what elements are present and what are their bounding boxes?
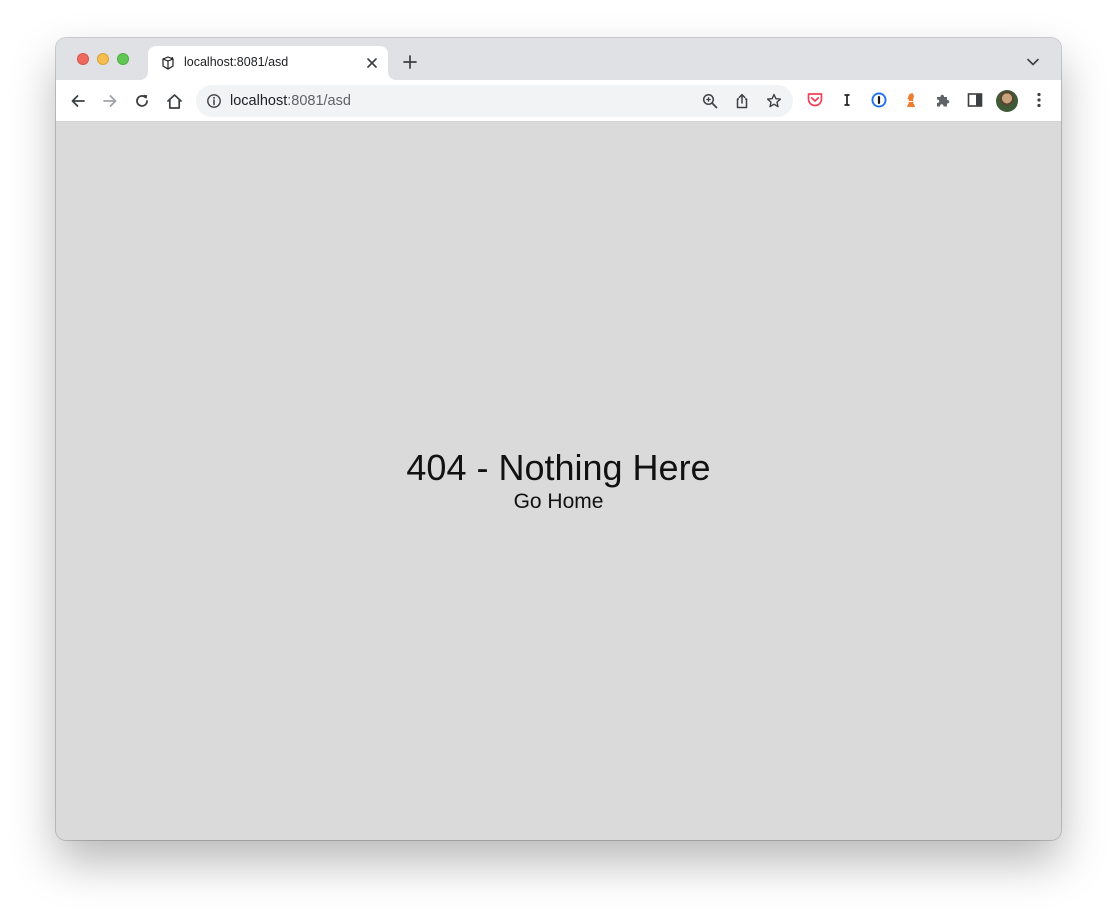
url-host: localhost bbox=[230, 93, 288, 109]
browser-window: localhost:8081/asd localhost:8081/asd 40… bbox=[56, 38, 1061, 840]
active-tab[interactable]: localhost:8081/asd bbox=[148, 46, 388, 80]
zoom-icon[interactable] bbox=[701, 92, 719, 110]
share-icon[interactable] bbox=[733, 92, 751, 110]
side-panel-icon[interactable] bbox=[965, 90, 985, 110]
instapaper-icon[interactable] bbox=[837, 90, 857, 110]
puzzle-icon[interactable] bbox=[933, 90, 953, 110]
1password-icon[interactable] bbox=[869, 90, 889, 110]
pocket-icon[interactable] bbox=[805, 90, 825, 110]
fullscreen-window-button[interactable] bbox=[117, 53, 129, 65]
new-tab-button[interactable] bbox=[400, 52, 420, 72]
page-title: 404 - Nothing Here bbox=[406, 447, 711, 488]
go-home-link[interactable]: Go Home bbox=[56, 490, 1061, 514]
tab-title: localhost:8081/asd bbox=[184, 55, 289, 69]
browser-toolbar: localhost:8081/asd bbox=[56, 80, 1061, 122]
profile-avatar[interactable] bbox=[996, 90, 1018, 112]
home-icon[interactable] bbox=[163, 90, 185, 112]
url-text[interactable]: localhost:8081/asd bbox=[230, 93, 351, 109]
site-info-icon[interactable] bbox=[206, 93, 222, 109]
reload-icon[interactable] bbox=[131, 90, 153, 112]
close-window-button[interactable] bbox=[77, 53, 89, 65]
chess-icon[interactable] bbox=[901, 90, 921, 110]
more-menu-icon[interactable] bbox=[1029, 90, 1049, 110]
back-arrow-icon[interactable] bbox=[67, 90, 89, 112]
tab-strip: localhost:8081/asd bbox=[56, 38, 1061, 80]
forward-arrow-icon[interactable] bbox=[99, 90, 121, 112]
page-content: 404 - Nothing Here Go Home bbox=[56, 122, 1061, 840]
vite-logo-icon bbox=[160, 55, 176, 71]
address-bar[interactable]: localhost:8081/asd bbox=[196, 85, 793, 117]
chevron-down-icon[interactable] bbox=[1025, 54, 1041, 70]
minimize-window-button[interactable] bbox=[97, 53, 109, 65]
url-path: :8081/asd bbox=[287, 93, 351, 109]
close-tab-icon[interactable] bbox=[364, 55, 380, 71]
bookmark-star-icon[interactable] bbox=[765, 92, 783, 110]
